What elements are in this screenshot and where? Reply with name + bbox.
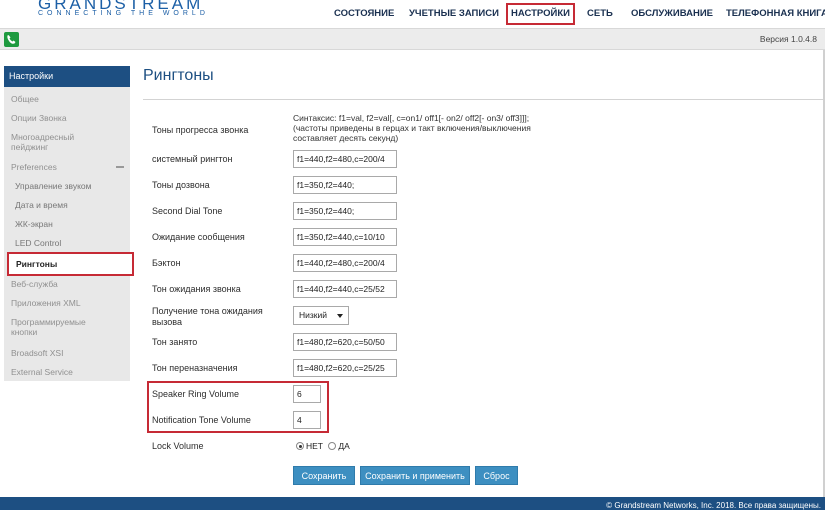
notification-tone-volume-label: Notification Tone Volume	[152, 415, 251, 425]
system-ringtone-input[interactable]: f1=440,f2=480,c=200/4	[293, 150, 397, 168]
notification-tone-volume-input[interactable]: 4	[293, 411, 321, 429]
sidebar-item-audio-control[interactable]: Управление звуком	[4, 181, 130, 191]
busy-tone-input[interactable]: f1=480,f2=620,c=50/50	[293, 333, 397, 351]
call-progress-label: Тоны прогресса звонка	[152, 125, 249, 135]
lock-volume-no-radio[interactable]	[296, 442, 304, 450]
sidebar-item-preferences[interactable]: Preferences	[4, 162, 130, 172]
reorder-tone-input[interactable]: f1=480,f2=620,c=25/25	[293, 359, 397, 377]
dropdown-arrow-icon	[337, 314, 343, 318]
nav-status[interactable]: СОСТОЯНИЕ	[334, 6, 394, 22]
sidebar-item-xml-applications[interactable]: Приложения XML	[4, 298, 130, 308]
speaker-ring-volume-input[interactable]: 6	[293, 385, 321, 403]
firmware-version: Версия 1.0.4.8	[759, 34, 817, 44]
nav-settings[interactable]: НАСТРОЙКИ	[506, 3, 575, 25]
sidebar-item-programmable-keys[interactable]: Программируемые кнопки	[4, 317, 104, 337]
lock-volume-yes-label: ДА	[338, 441, 350, 451]
sidebar-item-call-features[interactable]: Опции Звонка	[4, 113, 130, 123]
row-label: Тон ожидания звонка	[152, 284, 241, 294]
sub-header: Версия 1.0.4.8	[0, 28, 825, 50]
sidebar-item-lcd-display[interactable]: ЖК-экран	[4, 219, 130, 229]
lock-volume-yes-radio[interactable]	[328, 442, 337, 450]
syntax-hint: Синтаксис: f1=val, f2=val[, c=on1/ off1[…	[293, 113, 531, 143]
sidebar-item-date-time[interactable]: Дата и время	[4, 200, 130, 210]
ring-back-tone-input[interactable]: f1=440,f2=480,c=200/4	[293, 254, 397, 272]
nav-network[interactable]: СЕТЬ	[587, 6, 613, 22]
save-button[interactable]: Сохранить	[293, 466, 355, 485]
sidebar-item-ringtones[interactable]: Рингтоны	[7, 252, 134, 276]
reset-button[interactable]: Сброс	[475, 466, 518, 485]
sidebar-item-multicast-paging[interactable]: Многоадресный пейджинг	[4, 132, 104, 152]
call-waiting-gain-value: Низкий	[299, 310, 327, 320]
message-waiting-input[interactable]: f1=350,f2=440,c=10/10	[293, 228, 397, 246]
sidebar-title[interactable]: Настройки	[4, 66, 130, 87]
top-header: GRANDSTREAM CONNECTING THE WORLD СОСТОЯН…	[0, 0, 825, 28]
call-waiting-gain-label: Получение тона ожидания вызова	[152, 306, 263, 327]
speaker-ring-volume-label: Speaker Ring Volume	[152, 389, 240, 399]
row-label: Тоны дозвона	[152, 180, 210, 190]
nav-maintenance[interactable]: ОБСЛУЖИВАНИЕ	[631, 6, 713, 22]
sidebar-item-broadsoft-xsi[interactable]: Broadsoft XSI	[4, 348, 130, 358]
footer-bar: © Grandstream Networks, Inc. 2018. Все п…	[0, 497, 825, 510]
sidebar-item-led-control[interactable]: LED Control	[4, 238, 130, 248]
settings-sidebar: Настройки Общее Опции Звонка Многоадресн…	[4, 66, 134, 381]
lock-volume-no-label: НЕТ	[306, 441, 323, 451]
row-label: Second Dial Tone	[152, 206, 223, 216]
nav-accounts[interactable]: УЧЕТНЫЕ ЗАПИСИ	[409, 6, 499, 22]
phone-icon	[4, 32, 19, 47]
dial-tone-input[interactable]: f1=350,f2=440;	[293, 176, 397, 194]
row-label: системный рингтон	[152, 154, 233, 164]
call-waiting-gain-select[interactable]: Низкий	[293, 306, 349, 325]
save-apply-button[interactable]: Сохранить и применить	[360, 466, 470, 485]
sidebar-item-general[interactable]: Общее	[4, 94, 130, 104]
copyright-text: © Grandstream Networks, Inc. 2018. Все п…	[606, 501, 821, 510]
lock-volume-radio-group: НЕТ ДА	[296, 441, 350, 451]
row-label: Тон занято	[152, 337, 198, 347]
row-label: Тон переназначения	[152, 363, 238, 373]
row-label: Ожидание сообщения	[152, 232, 245, 242]
call-waiting-tone-input[interactable]: f1=440,f2=440,c=25/52	[293, 280, 397, 298]
row-label: Бэктон	[152, 258, 181, 268]
nav-phonebook[interactable]: ТЕЛЕФОННАЯ КНИГА	[726, 6, 825, 22]
sidebar-item-web-service[interactable]: Веб-служба	[4, 279, 130, 289]
page-title: Рингтоны	[143, 67, 214, 84]
sidebar-item-external-service[interactable]: External Service	[4, 367, 130, 377]
title-divider	[143, 99, 823, 100]
collapse-icon[interactable]	[116, 166, 124, 168]
second-dial-tone-input[interactable]: f1=350,f2=440;	[293, 202, 397, 220]
brand-tagline: CONNECTING THE WORLD	[38, 10, 209, 17]
lock-volume-label: Lock Volume	[152, 441, 204, 451]
